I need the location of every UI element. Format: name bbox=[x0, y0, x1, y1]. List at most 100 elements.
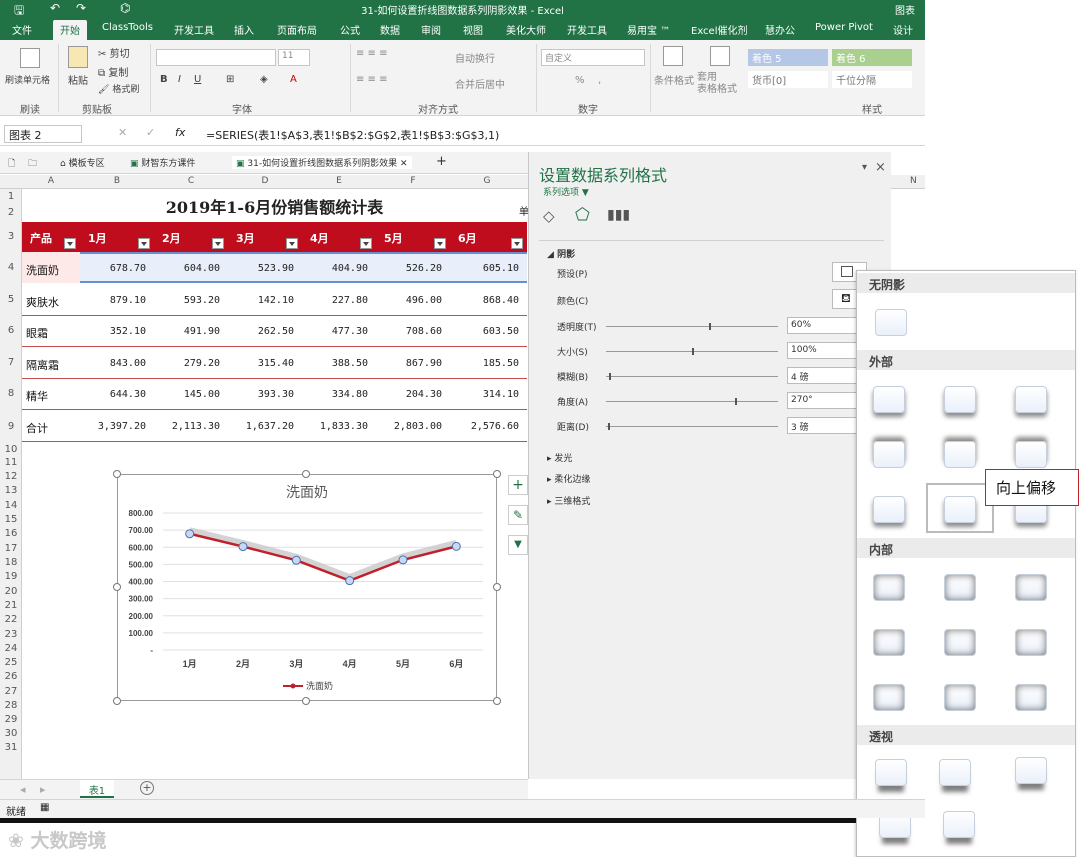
row-header[interactable]: 6 bbox=[0, 325, 22, 336]
col-b[interactable]: B bbox=[80, 176, 154, 186]
shadow-preset-option[interactable] bbox=[944, 386, 976, 413]
row-header[interactable]: 10 bbox=[0, 444, 22, 455]
font-size-box[interactable]: 11 bbox=[278, 49, 310, 66]
shadow-none-option[interactable] bbox=[875, 309, 907, 336]
resize-handle[interactable] bbox=[302, 697, 310, 705]
value-cell[interactable]: 314.10 bbox=[450, 389, 519, 400]
tab-review[interactable]: 审阅 bbox=[421, 22, 441, 37]
soft-edges-section[interactable]: ▸ 柔化边缘 bbox=[547, 472, 590, 485]
tab-file[interactable]: 文件 bbox=[12, 22, 32, 37]
shadow-prop-input[interactable]: 60% bbox=[787, 317, 857, 334]
value-cell[interactable]: 393.30 bbox=[228, 389, 294, 400]
chart-filter-button[interactable]: ▼ bbox=[508, 535, 528, 555]
line-chart[interactable]: 洗面奶 800.00 700.00 600.00 500.00 400.00 300.00 2… bbox=[117, 474, 497, 701]
data-point[interactable] bbox=[185, 529, 195, 539]
shadow-preset-option[interactable] bbox=[873, 684, 905, 711]
row-header[interactable]: 4 bbox=[0, 262, 22, 273]
value-cell[interactable]: 404.90 bbox=[302, 263, 368, 274]
value-cell[interactable]: 867.90 bbox=[376, 358, 442, 369]
next-sheet-icon[interactable]: ▸ bbox=[40, 783, 46, 796]
row-header[interactable]: 3 bbox=[0, 231, 22, 242]
value-cell[interactable]: 644.30 bbox=[80, 389, 146, 400]
font-name-box[interactable] bbox=[156, 49, 276, 66]
shadow-prop-slider[interactable] bbox=[606, 398, 778, 405]
tab-beautify[interactable]: 美化大师 bbox=[506, 22, 546, 37]
row-header[interactable]: 28 bbox=[0, 700, 22, 711]
paste-button[interactable]: 粘贴 bbox=[68, 72, 88, 87]
close-pane-button[interactable]: × bbox=[875, 160, 886, 175]
data-point[interactable] bbox=[291, 555, 301, 565]
tab-insert[interactable]: 插入 bbox=[234, 22, 254, 37]
format-painter-button[interactable]: 🖌 格式刷 bbox=[98, 82, 139, 95]
col-f[interactable]: F bbox=[376, 176, 450, 186]
style-currency0[interactable]: 货币[0] bbox=[748, 71, 828, 88]
cut-button[interactable]: ✂ 剪切 bbox=[98, 45, 130, 60]
enter-icon[interactable]: ✓ bbox=[146, 126, 155, 139]
name-box[interactable]: 图表 2 bbox=[4, 125, 82, 143]
pane-menu-icon[interactable]: ▾ bbox=[862, 162, 867, 173]
shadow-preset-option[interactable] bbox=[939, 759, 971, 786]
row-header[interactable]: 18 bbox=[0, 557, 22, 568]
shadow-prop-input[interactable]: 100% bbox=[787, 342, 857, 359]
row-header[interactable]: 23 bbox=[0, 629, 22, 640]
style-accent5[interactable]: 着色 5 bbox=[748, 49, 828, 66]
col-e[interactable]: E bbox=[302, 176, 376, 186]
row-header[interactable]: 27 bbox=[0, 686, 22, 697]
data-point[interactable] bbox=[238, 542, 248, 552]
style-accent6[interactable]: 着色 6 bbox=[832, 49, 912, 66]
shadow-preset-option[interactable] bbox=[873, 386, 905, 413]
value-cell[interactable]: 2,113.30 bbox=[154, 421, 220, 432]
read-cell-button[interactable]: 刷读单元格 bbox=[5, 73, 50, 86]
shadow-preset-option[interactable] bbox=[1015, 441, 1047, 468]
value-cell[interactable]: 185.50 bbox=[450, 358, 519, 369]
row-header[interactable]: 31 bbox=[0, 742, 22, 753]
value-cell[interactable]: 604.00 bbox=[154, 263, 220, 274]
formula-input[interactable]: =SERIES(表1!$A$3,表1!$B$2:$G$2,表1!$B$3:$G$… bbox=[206, 127, 499, 143]
value-cell[interactable]: 477.30 bbox=[302, 326, 368, 337]
fx-button[interactable]: fx bbox=[175, 126, 185, 139]
style-comma[interactable]: 千位分隔 bbox=[832, 71, 912, 88]
value-cell[interactable]: 603.50 bbox=[450, 326, 519, 337]
add-sheet-icon[interactable]: + bbox=[140, 781, 154, 795]
merge-center-button[interactable]: 合并后居中 bbox=[455, 76, 505, 91]
resize-handle[interactable] bbox=[493, 697, 501, 705]
effects-icon[interactable]: ⬠ bbox=[575, 205, 590, 225]
row-header[interactable]: 7 bbox=[0, 357, 22, 368]
col-g[interactable]: G bbox=[450, 176, 524, 186]
doc-tab-courseware[interactable]: ▣ 财智东方课件 bbox=[130, 156, 195, 169]
shadow-prop-slider[interactable] bbox=[606, 423, 778, 430]
value-cell[interactable]: 593.20 bbox=[154, 295, 220, 306]
bold-icon[interactable]: B bbox=[160, 74, 168, 85]
macro-icon[interactable]: ▦ bbox=[40, 802, 49, 813]
shadow-section[interactable]: ◢ 阴影 bbox=[547, 247, 575, 260]
col-n[interactable]: N bbox=[910, 176, 917, 186]
value-cell[interactable]: 879.10 bbox=[80, 295, 146, 306]
shadow-prop-input[interactable]: 3 磅 bbox=[787, 417, 857, 434]
tab-formulas[interactable]: 公式 bbox=[340, 22, 360, 37]
row-header[interactable]: 1 bbox=[0, 191, 22, 202]
shadow-preset-option[interactable] bbox=[1015, 386, 1047, 413]
shadow-preset-option[interactable] bbox=[873, 496, 905, 523]
shadow-preset-option[interactable] bbox=[943, 811, 975, 838]
shadow-preset-option[interactable] bbox=[944, 684, 976, 711]
tab-developer-2[interactable]: 开发工具 bbox=[567, 22, 607, 37]
value-cell[interactable]: 1,833.30 bbox=[302, 421, 368, 432]
conditional-format-icon[interactable] bbox=[663, 46, 683, 66]
slider-thumb[interactable] bbox=[692, 348, 694, 355]
fill-line-icon[interactable]: ◇ bbox=[543, 207, 555, 225]
glow-section[interactable]: ▸ 发光 bbox=[547, 451, 572, 464]
doc-tab-active[interactable]: ▣ 31-如何设置折线图数据系列阴影效果 ✕ bbox=[232, 156, 412, 169]
value-cell[interactable]: 142.10 bbox=[228, 295, 294, 306]
new-tab-icon[interactable]: + bbox=[436, 154, 447, 169]
folder-icon[interactable]: 🗀 bbox=[28, 156, 37, 172]
filter-dropdown-icon[interactable] bbox=[212, 238, 224, 249]
value-cell[interactable]: 315.40 bbox=[228, 358, 294, 369]
row-header[interactable]: 5 bbox=[0, 294, 22, 305]
col-d[interactable]: D bbox=[228, 176, 302, 186]
fill-color-icon[interactable]: ◈ bbox=[260, 74, 268, 85]
row-header[interactable]: 15 bbox=[0, 514, 22, 525]
row-header[interactable]: 12 bbox=[0, 471, 22, 482]
3d-format-section[interactable]: ▸ 三维格式 bbox=[547, 494, 590, 507]
close-tab-icon[interactable]: ✕ bbox=[400, 159, 408, 169]
row-header[interactable]: 9 bbox=[0, 421, 22, 432]
